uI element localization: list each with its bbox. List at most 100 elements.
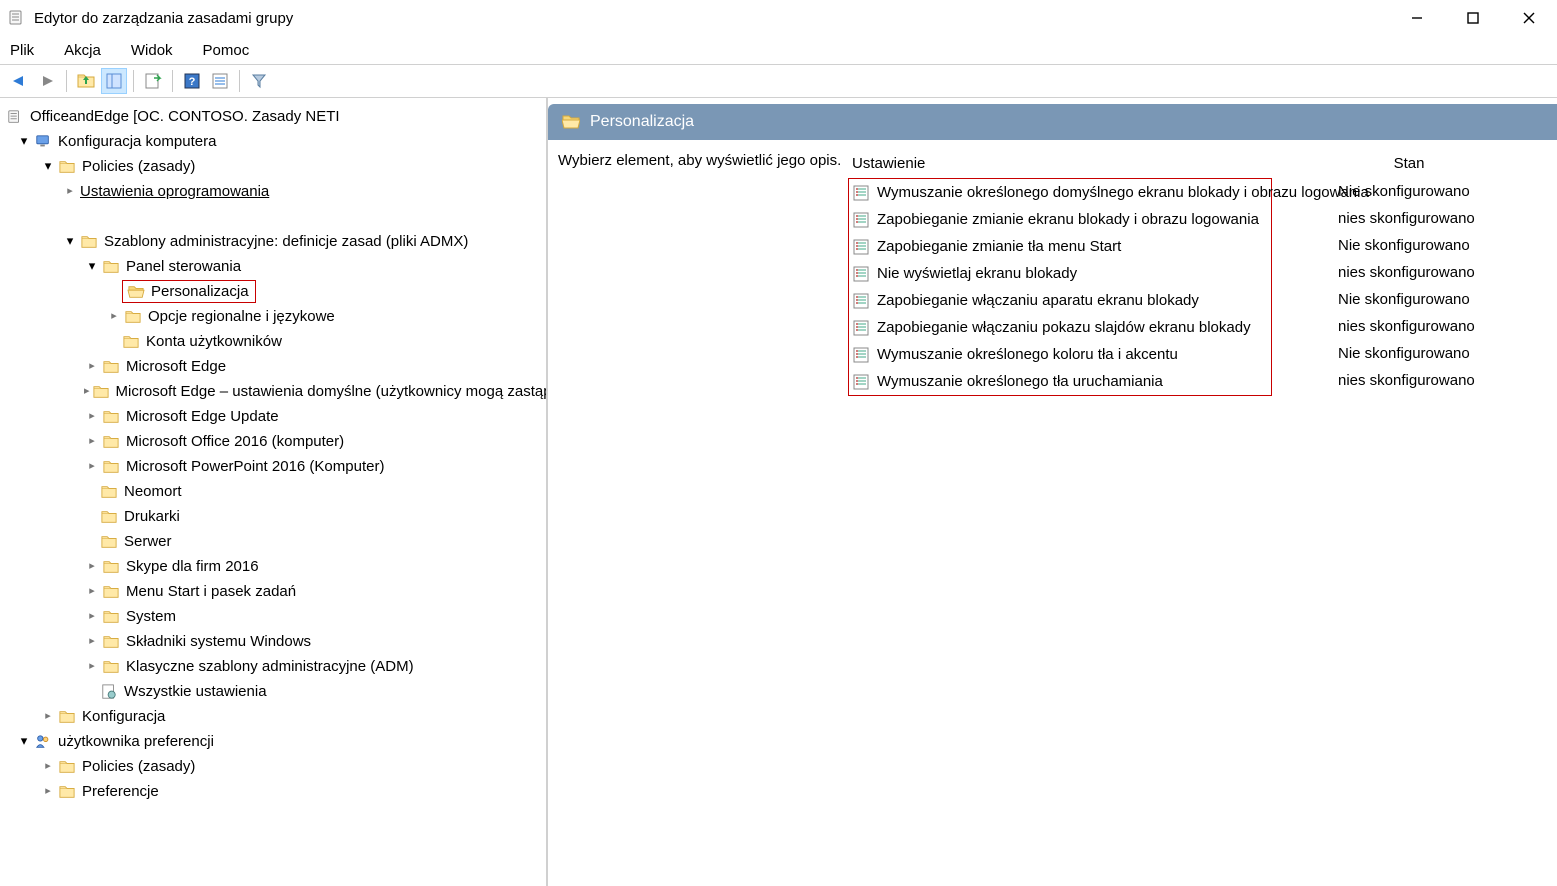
folder-icon [102,609,120,625]
expand-icon[interactable] [84,429,100,454]
expand-icon[interactable] [40,153,56,180]
tree-computer-config[interactable]: Konfiguracja komputera [0,129,546,154]
folder-icon [80,234,98,250]
tree-preferences[interactable]: Preferencje [0,779,546,804]
computer-icon [34,134,52,150]
back-button[interactable] [6,68,32,94]
expand-icon[interactable] [84,454,100,479]
tree-ppt2016[interactable]: Microsoft PowerPoint 2016 (Komputer) [0,454,546,479]
category-title: Personalizacja [590,113,694,131]
settings-list[interactable]: Wymuszanie określonego domyślnego ekranu… [848,178,1272,396]
expand-icon[interactable] [16,128,32,155]
tree-admin-templates[interactable]: Szablony administracyjne: definicje zasa… [0,229,546,254]
tree-edge[interactable]: Microsoft Edge [0,354,546,379]
expand-icon[interactable] [84,379,90,404]
menu-view[interactable]: Widok [131,42,173,59]
tree-edge-update[interactable]: Microsoft Edge Update [0,404,546,429]
expand-icon[interactable] [84,253,100,280]
properties-button[interactable] [207,68,233,94]
expand-icon[interactable] [40,704,56,729]
tree-control-panel[interactable]: Panel sterowania [0,254,546,279]
setting-row[interactable]: Wymuszanie określonego tła uruchamiania [849,368,1271,395]
setting-row[interactable]: Zapobieganie włączaniu aparatu ekranu bl… [849,287,1271,314]
tree-all-settings[interactable]: Wszystkie ustawienia [0,679,546,704]
maximize-button[interactable] [1459,4,1487,32]
menu-file[interactable]: Plik [10,42,34,59]
tree-user-pref[interactable]: użytkownika preferencji [0,729,546,754]
tree-policies-2[interactable]: Policies (zasady) [0,754,546,779]
tree-policies[interactable]: Policies (zasady) [0,154,546,179]
window-title: Edytor do zarządzania zasadami grupy [34,10,1403,27]
expand-icon[interactable] [84,579,100,604]
column-setting[interactable]: Ustawienie [848,155,1334,172]
setting-row[interactable]: Zapobieganie zmianie tła menu Start [849,233,1271,260]
expand-icon[interactable] [84,604,100,629]
list-header[interactable]: Ustawienie Stan [848,150,1557,176]
tree-root-label: OfficeandEdge [OC. CONTOSO. Zasady NETI [30,104,340,129]
folder-icon [58,784,76,800]
folder-icon [102,559,120,575]
tree-personalization[interactable]: Personalizacja [0,279,546,304]
setting-row[interactable]: Wymuszanie określonego domyślnego ekranu… [849,179,1271,206]
setting-row[interactable]: Nie wyświetlaj ekranu blokady [849,260,1271,287]
expand-icon[interactable] [84,554,100,579]
tree-configuration[interactable]: Konfiguracja [0,704,546,729]
menu-help[interactable]: Pomoc [203,42,250,59]
tree-office2016[interactable]: Microsoft Office 2016 (komputer) [0,429,546,454]
folder-icon [124,309,142,325]
setting-row[interactable]: Zapobieganie włączaniu pokazu slajdów ek… [849,314,1271,341]
state-value: nies skonfigurowano [1338,367,1475,394]
minimize-button[interactable] [1403,4,1431,32]
setting-row[interactable]: Wymuszanie określonego koloru tła i akce… [849,341,1271,368]
close-button[interactable] [1515,4,1543,32]
tree-pane[interactable]: OfficeandEdge [OC. CONTOSO. Zasady NETI … [0,98,548,886]
tree-edge-default[interactable]: Microsoft Edge – ustawienia domyślne (uż… [0,379,546,404]
tree-classic-adm[interactable]: Klasyczne szablony administracyjne (ADM) [0,654,546,679]
tree-neomort[interactable]: Neomort [0,479,546,504]
tree-software-settings[interactable]: Ustawienia oprogramowania [0,179,546,204]
description-hint: Wybierz element, aby wyświetlić jego opi… [558,150,848,396]
help-button[interactable]: ? [179,68,205,94]
expand-icon[interactable] [40,779,56,804]
tree-root[interactable]: OfficeandEdge [OC. CONTOSO. Zasady NETI [0,104,546,129]
tree-regional[interactable]: Opcje regionalne i językowe [0,304,546,329]
state-value: nies skonfigurowano [1338,205,1475,232]
folder-icon [102,634,120,650]
expand-icon[interactable] [84,404,100,429]
tree-system[interactable]: System [0,604,546,629]
folder-icon [102,459,120,475]
expand-icon[interactable] [84,354,100,379]
tree-startmenu[interactable]: Menu Start i pasek zadań [0,579,546,604]
forward-button[interactable] [34,68,60,94]
tree-windows-components[interactable]: Składniki systemu Windows [0,629,546,654]
expand-icon[interactable] [84,629,100,654]
filter-button[interactable] [246,68,272,94]
show-hide-tree-button[interactable] [101,68,127,94]
tree-server[interactable]: Serwer [0,529,546,554]
setting-row[interactable]: Zapobieganie zmianie ekranu blokady i ob… [849,206,1271,233]
folder-open-icon [562,113,580,131]
export-list-button[interactable] [140,68,166,94]
column-state[interactable]: Stan [1334,155,1484,172]
scroll-icon [6,109,24,125]
expand-icon[interactable] [62,179,78,204]
up-level-button[interactable] [73,68,99,94]
expand-icon[interactable] [40,754,56,779]
tree-printers[interactable]: Drukarki [0,504,546,529]
folder-open-icon [127,284,145,300]
setting-icon [853,374,869,390]
expand-icon[interactable] [62,228,78,255]
expand-icon[interactable] [84,654,100,679]
svg-text:?: ? [189,76,196,88]
folder-icon [102,409,120,425]
state-value: Nie skonfigurowano [1338,232,1475,259]
folder-icon [92,384,110,400]
state-column-values: Nie skonfigurowano nies skonfigurowano N… [1338,178,1475,394]
tree-skype[interactable]: Skype dla firm 2016 [0,554,546,579]
folder-icon [122,334,140,350]
menu-action[interactable]: Akcja [64,42,101,59]
tree-user-accounts[interactable]: Konta użytkowników [0,329,546,354]
folder-icon [102,434,120,450]
expand-icon[interactable] [106,304,122,329]
expand-icon[interactable] [16,728,32,755]
